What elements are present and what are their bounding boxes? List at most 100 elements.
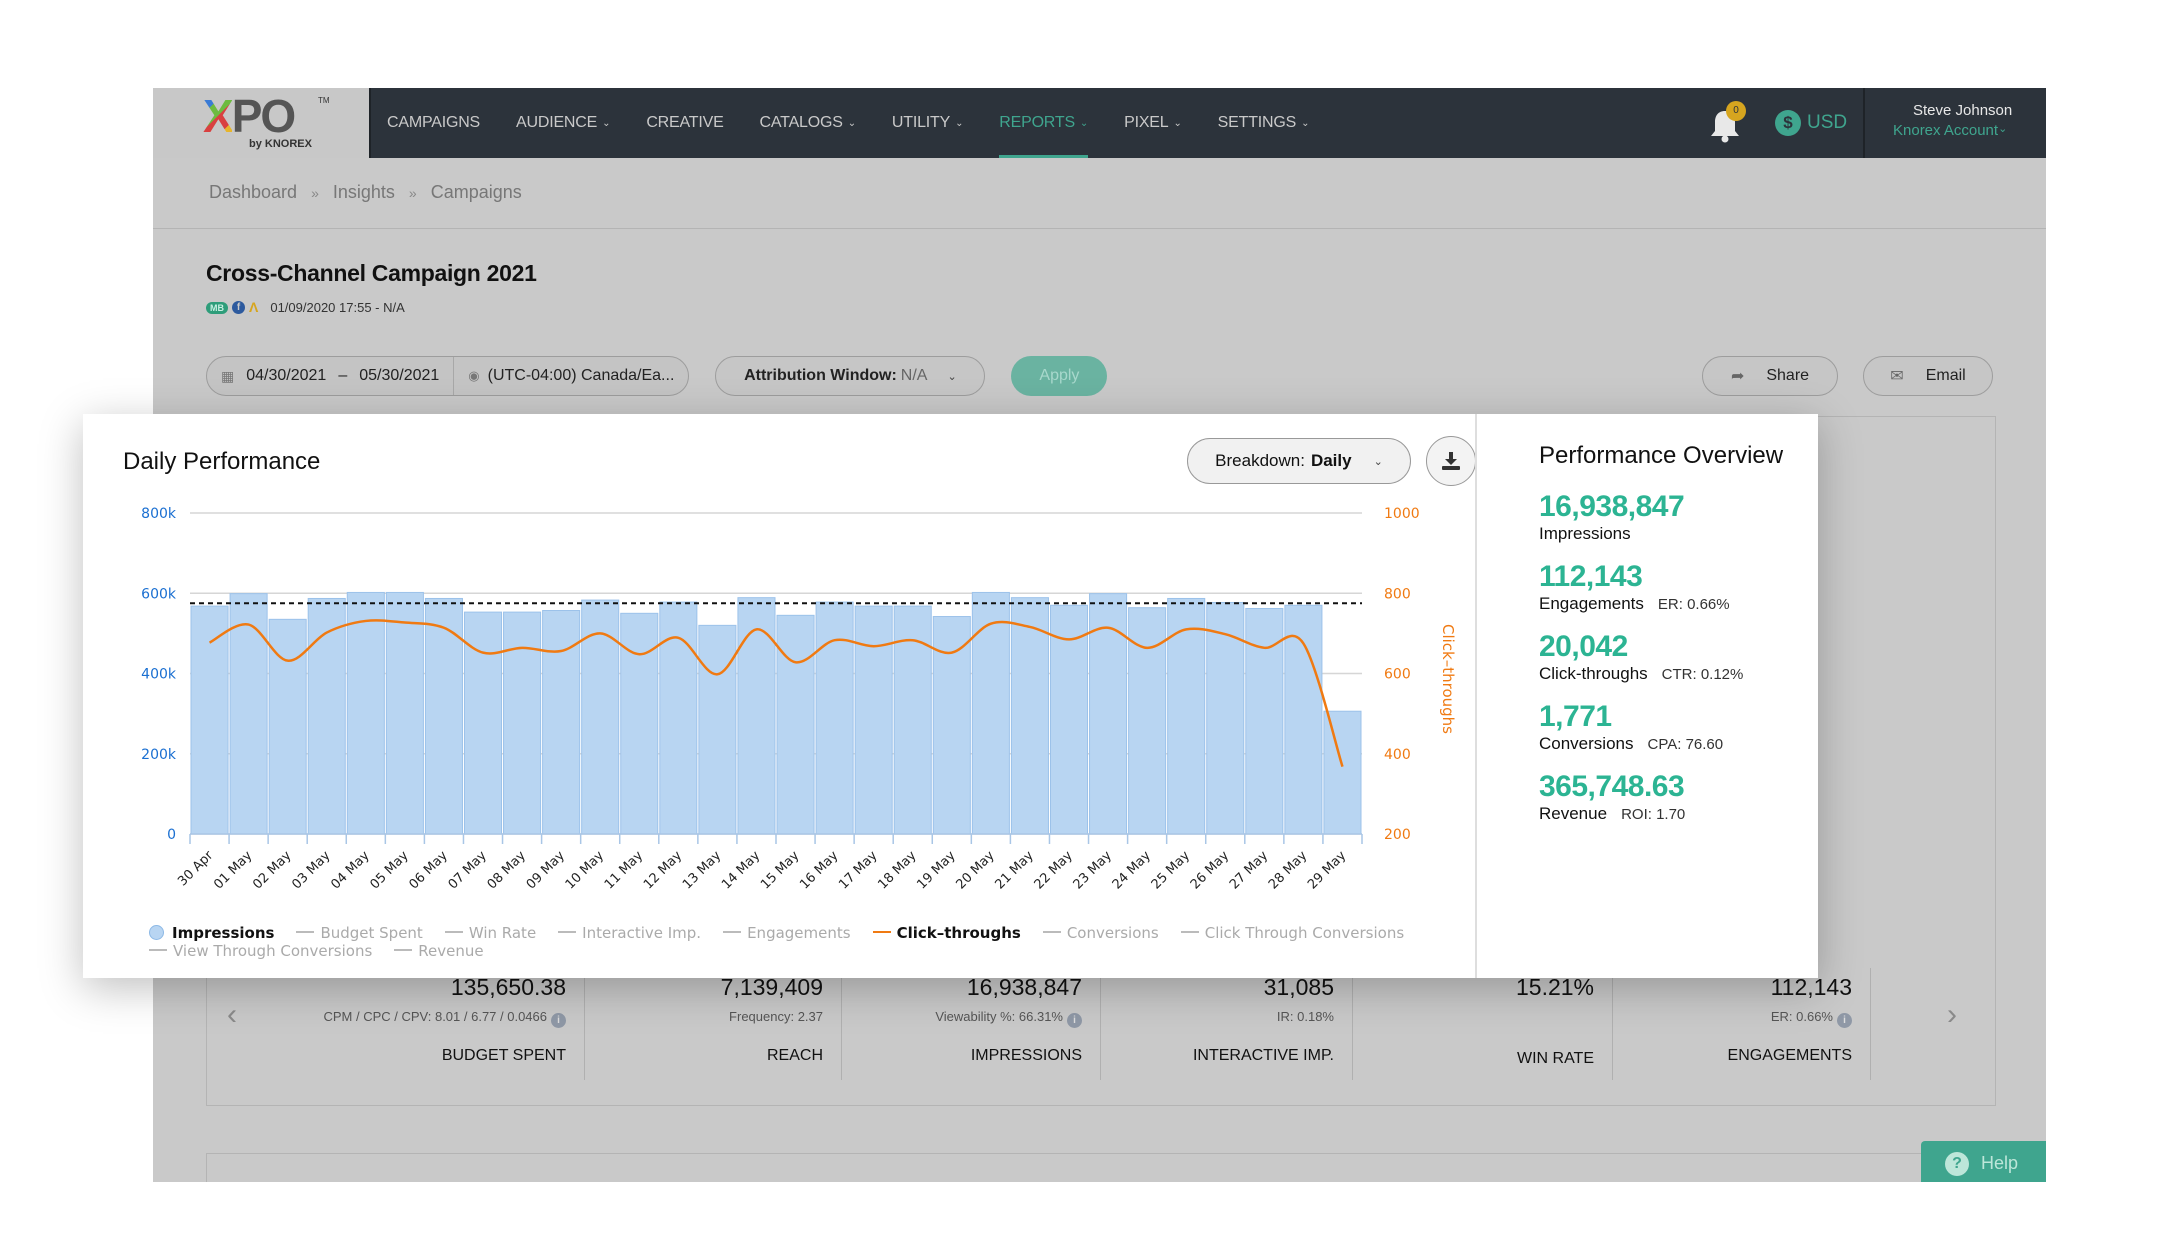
legend-dot-icon [149,925,164,940]
legend-item[interactable]: Interactive Imp. [558,924,701,942]
nav-pixel[interactable]: PIXEL ⌄ [1124,88,1182,158]
nav-campaigns[interactable]: CAMPAIGNS [387,88,480,158]
carousel-next-button[interactable]: › [1947,998,1957,1032]
x-tick-label: 03 May [289,848,333,892]
x-tick-label: 15 May [758,848,802,892]
nav-label: UTILITY [891,114,951,131]
chevron-down-icon: ⌄ [602,117,611,129]
campaign-date: 01/09/2020 17:55 - N/A [270,300,405,315]
legend-item[interactable]: View Through Conversions [149,942,372,960]
apply-button[interactable]: Apply [1011,356,1108,396]
overview-value: 112,143 [1539,560,1643,593]
currency-label: USD [1807,112,1848,133]
chevron-down-icon: ⌄ [1173,117,1182,129]
help-button[interactable]: ? Help [1921,1141,2046,1182]
date-range-picker[interactable]: ▦ 04/30/2021 – 05/30/2021 ◉ (UTC-04:00) … [206,356,690,396]
breadcrumb-insights[interactable]: Insights [333,182,395,204]
user-name[interactable]: Steve Johnson [1913,102,2012,119]
info-icon[interactable]: i [551,1013,566,1028]
legend-line-icon [1180,931,1199,933]
nav-creative[interactable]: CREATIVE [646,88,723,158]
x-tick-label: 09 May [524,848,568,892]
timezone-selector[interactable]: ◉ (UTC-04:00) Canada/Ea... [453,357,688,395]
overview-value: 16,938,847 [1539,490,1685,523]
x-tick-label: 14 May [719,848,763,892]
currency-selector[interactable]: $ USD [1775,110,1847,136]
legend-item[interactable]: Click–throughs [872,924,1021,942]
impressions-bar [229,593,268,835]
nav-settings[interactable]: SETTINGS ⌄ [1218,88,1310,158]
logo-po: PO [231,90,296,142]
campaign-meta: MB f Λ 01/09/2020 17:55 - N/A [206,300,405,315]
logo-trademark: TM [318,96,330,105]
x-tick-label: 29 May [1305,848,1349,892]
y2-tick-label: 400 [1384,747,1411,763]
date-range[interactable]: ▦ 04/30/2021 – 05/30/2021 [207,357,453,395]
email-button[interactable]: ✉ Email [1863,356,1993,396]
nav-label: CREATIVE [646,114,724,131]
stat-sub [1353,1009,1594,1025]
x-tick-label: 23 May [1071,848,1115,892]
legend-item[interactable]: Click Through Conversions [1180,924,1404,942]
y2-axis-label: Click–throughs [1439,624,1457,734]
stat-label: REACH [766,1047,823,1064]
x-tick-label: 02 May [250,848,294,892]
stat-reach: 7,139,409 Frequency: 2.37 REACH [585,968,842,1080]
nav-reports[interactable]: REPORTS ⌄ [999,88,1088,158]
overview-value: 1,771 [1539,700,1612,733]
legend-item[interactable]: Win Rate [444,924,536,942]
breadcrumb-campaigns[interactable]: Campaigns [431,182,522,204]
overview-value: 20,042 [1539,630,1628,663]
legend-label: Conversions [1066,924,1159,942]
nav-catalogs[interactable]: CATALOGS ⌄ [760,88,857,158]
legend-item[interactable]: Conversions [1042,924,1159,942]
impressions-bar [620,612,659,835]
impressions-bar [424,597,463,835]
overview-label: Engagements [1539,594,1644,613]
legend-item[interactable]: Revenue [394,942,484,960]
attribution-window-dropdown[interactable]: Attribution Window: N/A ⌄ [715,356,986,396]
nav-audience[interactable]: AUDIENCE ⌄ [516,88,610,158]
globe-icon: ◉ [468,368,480,383]
stat-value: 16,938,847 [966,974,1082,1000]
y2-axis-ticks: 200 400 600 800 1000 [1384,506,1420,843]
stat-interactive-imp: 31,085 IR: 0.18% INTERACTIVE IMP. [1101,968,1353,1080]
nav-label: SETTINGS [1217,114,1297,131]
chevron-down-icon: ⌄ [1998,123,2008,135]
info-icon[interactable]: i [1067,1013,1082,1028]
x-tick-label: 25 May [1149,848,1193,892]
share-button[interactable]: ➦ Share [1702,356,1838,396]
legend-item[interactable]: Impressions [149,924,274,942]
stat-value: 31,085 [1263,974,1334,1000]
impressions-bar [854,605,893,835]
impressions-bar [503,611,542,835]
carousel-prev-button[interactable]: ‹ [227,998,237,1032]
stats-carousel: ‹ 135,650.38 CPM / CPC / CPV: 8.01 / 6.7… [207,968,1995,1106]
overview-ratio: ROI: 1.70 [1621,806,1686,823]
overview-label: Click-throughs [1539,664,1648,683]
impressions-bar [932,616,971,835]
logo[interactable]: XPO TM by KNOREX [153,88,371,158]
nav-utility[interactable]: UTILITY ⌄ [891,88,964,158]
account-dropdown[interactable]: Knorex Account⌄ [1893,122,2007,139]
impressions-bar [346,591,385,835]
breadcrumb-separator: » [311,185,319,201]
legend-label: Engagements [747,924,851,942]
breadcrumb-dashboard[interactable]: Dashboard [209,182,297,204]
stat-label: INTERACTIVE IMP. [1192,1047,1334,1064]
info-icon[interactable]: i [1837,1013,1852,1028]
logo-wordmark: XPO [203,93,296,139]
x-tick-label: 16 May [797,848,841,892]
x-tick-label: 07 May [446,848,490,892]
overview-label: Conversions [1539,734,1634,753]
stat-budget-spent: 135,650.38 CPM / CPC / CPV: 8.01 / 6.77 … [267,968,585,1080]
stat-sub: ER: 0.66% i [1613,1009,1852,1028]
y2-tick-label: 600 [1384,667,1411,683]
chevron-down-icon: ⌄ [1079,117,1089,129]
legend-item[interactable]: Engagements [723,924,851,942]
nav-label: AUDIENCE [516,114,598,131]
facebook-icon: f [232,301,245,314]
user-divider [1863,88,1865,158]
legend-item[interactable]: Budget Spent [296,924,423,942]
page-title: Cross-Channel Campaign 2021 [206,260,537,286]
